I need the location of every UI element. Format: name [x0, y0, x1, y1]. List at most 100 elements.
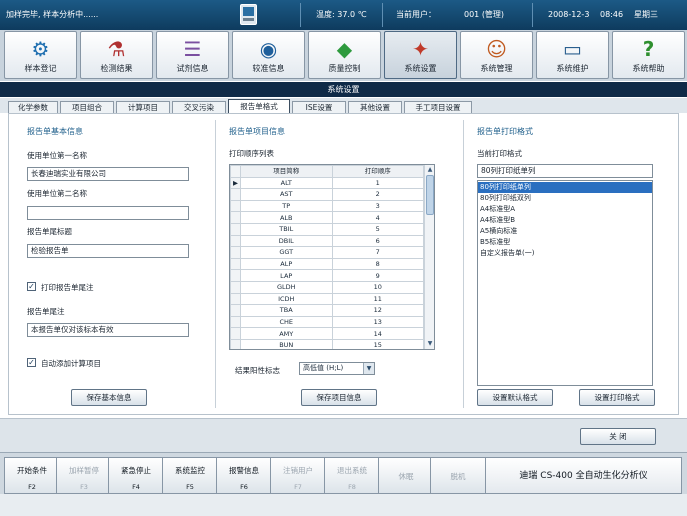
tab-strip: 化学参数 项目组合 计算项目 交叉污染 报告单格式 ISE设置 其他设置 手工项… [0, 98, 687, 113]
table-row[interactable]: ICDH 11 [230, 292, 424, 306]
tab-calc-items[interactable]: 计算项目 [116, 101, 170, 113]
tab-ise-settings[interactable]: ISE设置 [292, 101, 346, 113]
table-row[interactable]: AST 2 [230, 188, 424, 201]
status-bar: 加样完毕, 样本分析中...... 温度: 37.0 ℃ 当前用户： 001 (… [0, 0, 687, 30]
toolbar-system-management[interactable]: ☺ 系统管理 [460, 31, 533, 79]
table-row[interactable]: ALB 4 [230, 211, 424, 224]
toolbar-system-maintenance[interactable]: ▭ 系统维护 [536, 31, 609, 79]
table-row[interactable]: DBIL 6 [230, 234, 424, 248]
toolbar-reagent-info[interactable]: ☰ 试剂信息 [156, 31, 229, 79]
bottom-strip [0, 494, 687, 516]
report-title-input[interactable]: 检验报告单 [27, 244, 189, 258]
list-item[interactable]: A4标准型B [478, 215, 652, 226]
table-row[interactable]: ALP 8 [230, 257, 424, 271]
fn-alarm-info[interactable]: 报警信息 F6 [216, 457, 272, 494]
table-row[interactable]: BUN 15 [230, 338, 424, 349]
current-format-label: 当前打印格式 [477, 149, 522, 158]
cubes-icon: ◆ [336, 37, 353, 61]
main-toolbar: ⚙ 样本登记 ⚗ 检测结果 ☰ 试剂信息 ◉ 较准信息 ◆ 质量控制 ✦ 系统设… [0, 30, 687, 81]
report-title-label: 报告单尾标题 [27, 227, 72, 236]
toolbar-test-results[interactable]: ⚗ 检测结果 [80, 31, 153, 79]
tab-item-combination[interactable]: 项目组合 [60, 101, 114, 113]
table-row[interactable]: CHE 13 [230, 315, 424, 329]
weekday: 星期三 [634, 10, 658, 19]
toolbar-calibration-info[interactable]: ◉ 较准信息 [232, 31, 305, 79]
list-item[interactable]: 80列打印纸双列 [478, 193, 652, 204]
table-row[interactable]: TP 3 [230, 199, 424, 213]
toolbar-quality-control[interactable]: ◆ 质量控制 [308, 31, 381, 79]
temperature: 温度: 37.0 ℃ [316, 10, 367, 19]
positive-flag-label: 结果阳性标志 [235, 366, 280, 375]
time: 08:46 [600, 10, 624, 19]
list-item[interactable]: A4标准型A [478, 204, 652, 215]
save-basic-info-button[interactable]: 保存基本信息 [71, 389, 147, 406]
save-items-info-button[interactable]: 保存项目信息 [301, 389, 377, 406]
tab-manual-items[interactable]: 手工项目设置 [404, 101, 472, 113]
table-row[interactable]: GLDH 10 [230, 280, 424, 294]
list-item[interactable]: 自定义报告单(一) [478, 248, 652, 259]
unit1-label: 使用单位第一名称 [27, 151, 87, 160]
basic-info-title: 报告单基本信息 [27, 127, 83, 136]
col-print-order: 打印顺序 [331, 165, 424, 178]
fn-start-conditions[interactable]: 开始条件 F2 [4, 457, 60, 494]
scroll-down-icon[interactable]: ▼ [426, 340, 434, 348]
panel-title: 系统设置 [0, 82, 687, 97]
scroll-thumb[interactable] [426, 175, 434, 215]
tab-cross-contamination[interactable]: 交叉污染 [172, 101, 226, 113]
set-print-format-button[interactable]: 设置打印格式 [579, 389, 655, 406]
table-row[interactable]: LAP 9 [230, 269, 424, 282]
col-item-name: 项目简称 [240, 165, 333, 178]
settings-icon: ✦ [412, 37, 429, 61]
toolbar-system-settings[interactable]: ✦ 系统设置 [384, 31, 457, 79]
items-info-title: 报告单项目信息 [229, 127, 285, 136]
close-button[interactable]: 关 闭 [580, 428, 656, 445]
print-format-list[interactable]: 80列打印纸单列 80列打印纸双列 A4标准型A A4标准型B A5横向标准 B… [477, 180, 653, 386]
unit1-input[interactable]: 长春迪瑞实业有限公司 [27, 167, 189, 181]
fn-emergency-stop[interactable]: 紧急停止 F4 [108, 457, 164, 494]
date: 2008-12-3 [548, 10, 590, 19]
auto-calc-label: 自动添加计算项目 [41, 359, 101, 368]
function-key-bar: 开始条件 F2 加样暂停 F3 紧急停止 F4 系统监控 F5 报警信息 F6 … [0, 452, 687, 494]
fn-system-monitor[interactable]: 系统监控 F5 [162, 457, 218, 494]
monitor-icon [240, 4, 257, 25]
list-item[interactable]: A5横向标准 [478, 226, 652, 237]
fn-logout-user[interactable]: 注销用户 F7 [270, 457, 326, 494]
auto-calc-checkbox[interactable]: ✓ [27, 358, 36, 367]
fn-exit-system[interactable]: 退出系统 F8 [324, 457, 380, 494]
fn-sample-pause[interactable]: 加样暂停 F3 [56, 457, 112, 494]
fn-sleep[interactable]: 休眠 [378, 457, 434, 494]
current-user-label: 当前用户： [396, 10, 436, 19]
set-default-format-button[interactable]: 设置默认格式 [477, 389, 553, 406]
tab-report-format[interactable]: 报告单格式 [228, 99, 290, 113]
toolbar-system-help[interactable]: ? 系统帮助 [612, 31, 685, 79]
grid-scrollbar[interactable]: ▲ ▼ [424, 165, 434, 349]
footer-input[interactable]: 本报告单仅对该标本有效 [27, 323, 189, 337]
unit2-input[interactable] [27, 206, 189, 220]
flask-icon: ⚗ [107, 37, 126, 61]
tab-chemistry-params[interactable]: 化学参数 [8, 101, 58, 113]
list-item[interactable]: 80列打印纸单列 [478, 182, 652, 193]
current-user: 001 (管理) [464, 10, 505, 19]
current-format-input[interactable]: 80列打印纸单列 [477, 164, 653, 178]
positive-flag-select[interactable]: 高低值 (H;L) ▼ [299, 362, 375, 375]
table-row[interactable]: GGT 7 [230, 246, 424, 259]
unit2-label: 使用单位第二名称 [27, 189, 87, 198]
print-order-grid[interactable]: 项目简称 打印顺序 ▶ ALT 1 AST 2 TP 3 ALB 4 TBIL 5 DBIL… [229, 164, 435, 350]
print-format-title: 报告单打印格式 [477, 127, 533, 136]
table-row[interactable]: TBA 12 [230, 304, 424, 317]
scroll-up-icon[interactable]: ▲ [426, 166, 434, 174]
footer-label: 报告单尾注 [27, 307, 65, 316]
list-item[interactable]: B5标准型 [478, 237, 652, 248]
current-row-icon: ▶ [230, 176, 241, 190]
question-icon: ? [642, 37, 655, 61]
table-row[interactable]: TBIL 5 [230, 222, 424, 236]
fn-offline[interactable]: 脱机 [430, 457, 486, 494]
table-row[interactable]: ▶ ALT 1 [230, 176, 424, 190]
chevron-down-icon: ▼ [363, 363, 374, 374]
table-row[interactable]: AMY 14 [230, 327, 424, 340]
print-footer-checkbox[interactable]: ✓ [27, 282, 36, 291]
toolbar-sample-register[interactable]: ⚙ 样本登记 [4, 31, 77, 79]
tab-other-settings[interactable]: 其他设置 [348, 101, 402, 113]
product-name: 迪瑞 CS-400 全自动生化分析仪 [485, 457, 682, 494]
reagent-icon: ☰ [183, 37, 202, 61]
